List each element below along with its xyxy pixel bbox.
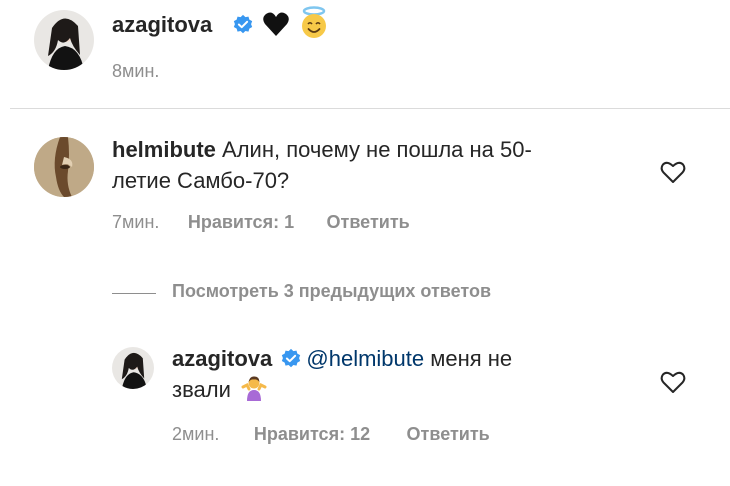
like-heart-icon[interactable] — [660, 160, 686, 189]
post-author-username[interactable]: azagitova — [112, 12, 212, 38]
reply-like-heart-icon[interactable] — [660, 370, 686, 399]
verified-badge-icon — [232, 14, 254, 41]
reply-timestamp: 2мин. — [172, 424, 220, 444]
verified-badge-icon — [280, 344, 302, 376]
view-previous-replies-button[interactable]: Посмотреть 3 предыдущих ответов — [172, 281, 491, 302]
reply-meta: 2мин. Нравится: 12 Ответить — [172, 424, 490, 445]
comment-timestamp: 7мин. — [112, 212, 160, 232]
reply-text-cont: звали — [172, 377, 231, 402]
black-heart-emoji-icon — [262, 11, 290, 42]
view-replies-line — [112, 293, 156, 294]
comment-username[interactable]: helmibute — [112, 137, 216, 162]
comment-text-line2: летие Самбо-70? — [112, 168, 290, 193]
reply-reply-button[interactable]: Ответить — [407, 424, 490, 444]
comment-meta: 7мин. Нравится: 1 Ответить — [112, 212, 410, 233]
comment-author-avatar[interactable] — [34, 137, 94, 197]
reply-mention-link[interactable]: @helmibute — [306, 346, 424, 371]
reply-username[interactable]: azagitova — [172, 346, 272, 371]
comment-text: Алин, почему не пошла на 50- — [222, 137, 532, 162]
reply-text-line2: звали — [172, 374, 267, 410]
smiling-face-with-halo-emoji-icon — [298, 6, 330, 45]
reply-text: меня не — [424, 346, 513, 371]
reply-text-line1: azagitova @helmibute меня не — [172, 343, 512, 376]
header-divider — [10, 108, 730, 109]
reply-likes-count[interactable]: Нравится: 12 — [254, 424, 370, 444]
comment-text-line1: helmibute Алин, почему не пошла на 50- — [112, 134, 532, 166]
comment-reply-button[interactable]: Ответить — [327, 212, 410, 232]
post-author-avatar[interactable] — [34, 10, 94, 70]
reply-author-avatar[interactable] — [112, 347, 154, 389]
comment-likes-count[interactable]: Нравится: 1 — [188, 212, 294, 232]
person-shrugging-emoji-icon — [241, 375, 267, 410]
post-timestamp: 8мин. — [112, 61, 160, 81]
